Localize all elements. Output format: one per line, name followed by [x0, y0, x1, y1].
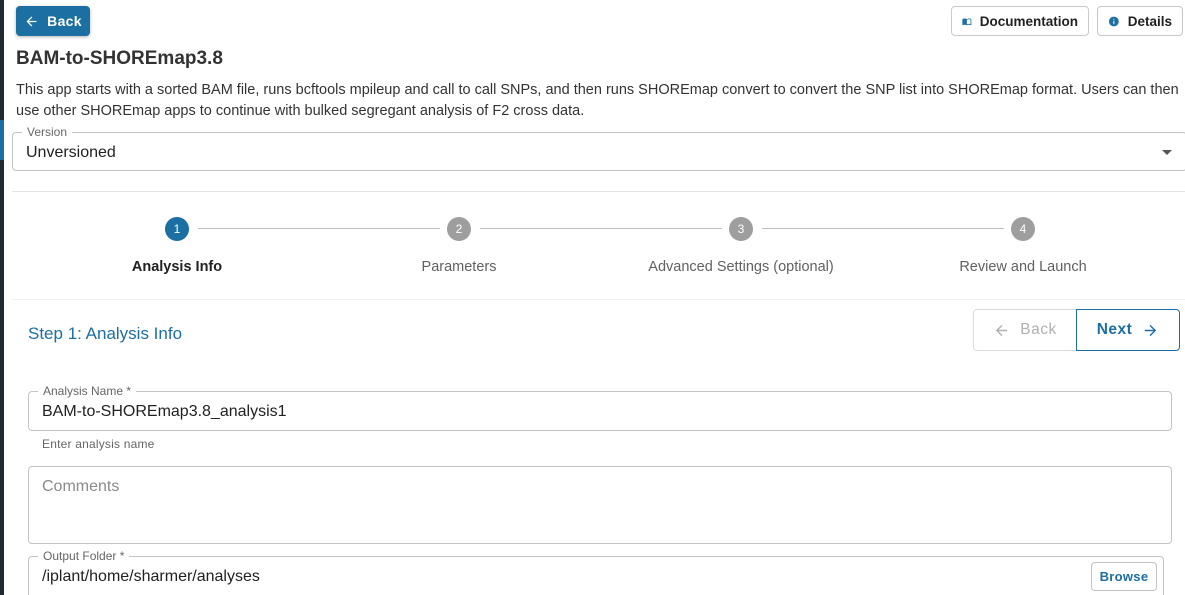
- back-button-label: Back: [47, 13, 82, 29]
- back-button[interactable]: Back: [16, 6, 90, 36]
- step-1-circle[interactable]: 1: [165, 217, 189, 241]
- step-4-label[interactable]: Review and Launch: [959, 259, 1086, 275]
- stepper: 1 2 3 4 Analysis Info Parameters Advance…: [12, 192, 1185, 300]
- analysis-name-value: BAM-to-SHOREmap3.8_analysis1: [42, 403, 287, 420]
- step-navigation: Back Next: [973, 309, 1180, 351]
- arrow-left-icon: [26, 16, 37, 26]
- analysis-name-field[interactable]: Analysis Name * BAM-to-SHOREmap3.8_analy…: [28, 384, 1172, 431]
- info-icon: [1108, 16, 1119, 26]
- comments-placeholder: Comments: [42, 478, 120, 495]
- details-button-label: Details: [1127, 13, 1172, 29]
- step-connector: [762, 228, 1004, 229]
- step-2-circle[interactable]: 2: [447, 217, 471, 241]
- analysis-name-label: Analysis Name *: [38, 384, 137, 398]
- version-value: Unversioned: [26, 144, 116, 161]
- step-back-button[interactable]: Back: [973, 309, 1077, 351]
- version-label: Version: [22, 125, 73, 139]
- step-1-label[interactable]: Analysis Info: [132, 259, 222, 275]
- arrow-left-icon: [996, 324, 1008, 336]
- step-connector: [480, 228, 722, 229]
- step-back-label: Back: [1020, 321, 1057, 338]
- book-icon: [962, 17, 972, 25]
- left-edge-accent: [0, 120, 4, 160]
- arrow-right-icon: [1145, 324, 1157, 336]
- documentation-button[interactable]: Documentation: [951, 6, 1089, 36]
- caret-down-icon: [1162, 150, 1172, 155]
- documentation-button-label: Documentation: [979, 13, 1078, 29]
- step-2-label[interactable]: Parameters: [422, 259, 497, 275]
- analysis-name-helper: Enter analysis name: [42, 437, 155, 451]
- step-3-label[interactable]: Advanced Settings (optional): [648, 259, 833, 275]
- step-3-circle[interactable]: 3: [729, 217, 753, 241]
- browse-button[interactable]: Browse: [1091, 562, 1157, 591]
- next-button[interactable]: Next: [1076, 309, 1180, 351]
- step-heading: Step 1: Analysis Info: [28, 324, 183, 343]
- next-button-label: Next: [1096, 321, 1133, 338]
- comments-field[interactable]: Comments: [28, 466, 1172, 544]
- step-connector: [198, 228, 440, 229]
- step-4-circle[interactable]: 4: [1011, 217, 1035, 241]
- details-button[interactable]: Details: [1097, 6, 1183, 36]
- page-title: BAM-to-SHOREmap3.8: [16, 48, 223, 69]
- app-description: This app starts with a sorted BAM file, …: [16, 82, 1179, 119]
- version-select[interactable]: Version Unversioned: [12, 125, 1185, 171]
- output-folder-label: Output Folder *: [38, 549, 130, 563]
- left-edge-strip: [0, 0, 4, 595]
- output-folder-value: /iplant/home/sharmer/analyses: [42, 568, 260, 585]
- output-folder-field[interactable]: Output Folder * /iplant/home/sharmer/ana…: [28, 549, 1164, 595]
